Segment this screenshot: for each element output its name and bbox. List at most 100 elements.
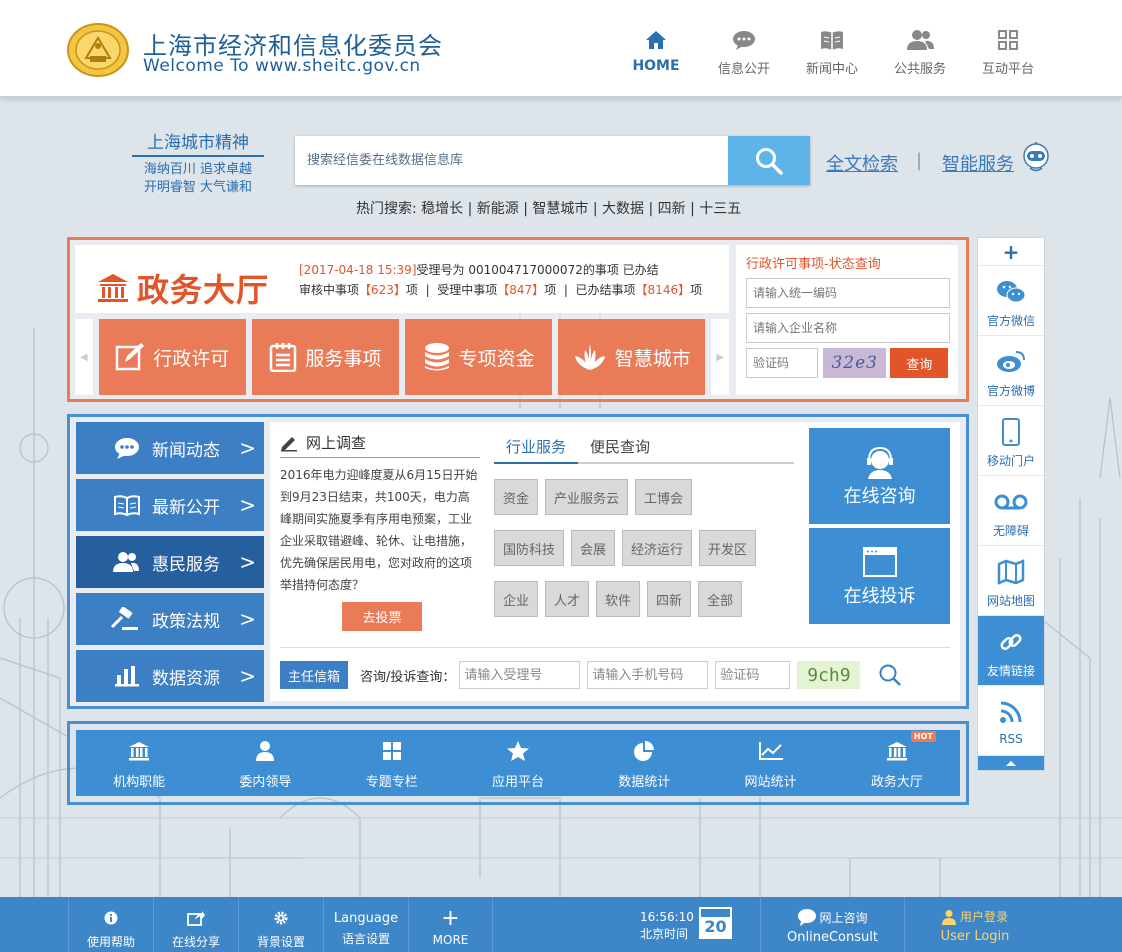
lnav-public-benefit[interactable]: 惠民服务 > [76,536,264,588]
footer-label: 背景设置 [256,935,305,949]
tag-item[interactable]: 软件 [596,581,641,617]
float-friendly-links[interactable]: 友情链接 [978,616,1044,686]
news-time: [2017-04-18 15:39] [299,263,417,277]
nav-news-center[interactable]: 新闻中心 [788,26,876,77]
director-mailbox-button[interactable]: 主任信箱 [280,661,349,689]
footer-bg-settings[interactable]: 背景设置 [238,897,323,952]
quick-link-gov-hall[interactable]: HOT 政务大厅 [847,730,947,790]
captcha-input[interactable] [715,661,791,689]
tag-item[interactable]: 经济运行 [622,530,693,566]
tab-industry-service[interactable]: 行业服务 [494,436,579,464]
tag-item[interactable]: 资金 [494,479,539,515]
next-arrow[interactable]: ▶ [711,319,729,395]
scroll-top-button[interactable] [978,756,1044,770]
hot-search-label: 热门搜索: [356,201,417,217]
hot-keyword[interactable]: 智慧城市 [532,201,588,217]
search-icon[interactable] [878,663,902,687]
footer-label-en: User Login [940,929,1010,944]
caret-up-icon [1006,760,1016,766]
lnav-latest-public[interactable]: 最新公开 > [76,479,264,531]
fulltext-search-link[interactable]: 全文检索 [826,150,898,176]
footer-language[interactable]: Language 语言设置 [323,897,408,952]
online-consult-button[interactable]: 在线咨询 [809,428,950,524]
quick-link-platform[interactable]: 应用平台 [468,737,568,790]
phone-number-input[interactable] [587,661,709,689]
quick-link-topics[interactable]: 专题专栏 [342,737,442,790]
nav-public-service[interactable]: 公共服务 [876,26,964,77]
hot-keyword[interactable]: 四新 [658,201,686,217]
quick-link-institution[interactable]: 机构职能 [89,737,189,790]
footer-more[interactable]: + MORE [408,897,493,952]
hall-logo[interactable]: 政务大厅 [97,265,269,311]
company-name-input[interactable] [746,313,950,343]
nav-interactive[interactable]: 互动平台 [964,26,1052,77]
tag-item[interactable]: 产业服务云 [545,479,629,515]
expand-button[interactable]: + [978,238,1044,266]
footer-label: 在线分享 [171,935,220,949]
lnav-policy[interactable]: 政策法规 > [76,593,264,645]
survey-title-row: 网上调查 [280,432,480,458]
stat-label: 受理中事项 [437,283,498,297]
search-button[interactable] [728,136,810,185]
hot-keyword[interactable]: 稳增长 [421,201,463,217]
unified-code-input[interactable] [746,278,950,308]
float-wechat[interactable]: 官方微信 [978,266,1044,336]
float-rss[interactable]: RSS [978,686,1044,756]
float-mobile[interactable]: 移动门户 [978,406,1044,476]
tile-service-items[interactable]: 服务事项 [251,319,399,395]
footer-help[interactable]: 使用帮助 [68,897,153,952]
tile-smart-city[interactable]: 智慧城市 [558,319,706,395]
divider: | [916,150,923,171]
gear-icon [239,909,323,927]
city-spirit-line: 海纳百川 追求卓越 [143,162,253,177]
hall-news-line[interactable]: [2017-04-18 15:39]受理号为 001004717000072的事… [299,260,702,280]
smart-service-link[interactable]: 智能服务 [942,150,1014,176]
hot-keyword[interactable]: 大数据 [602,201,644,217]
footer-toolbar: 使用帮助 在线分享 背景设置 Language 语言设置 + MORE 16:5… [0,897,1122,952]
tag-item[interactable]: 企业 [494,581,539,617]
browser-window-icon [809,546,950,582]
tag-item[interactable]: 会展 [571,530,616,566]
tag-item[interactable]: 全部 [698,581,743,617]
float-accessibility[interactable]: 无障碍 [978,476,1044,546]
footer-user-login[interactable]: 用户登录 User Login [905,897,1045,952]
robot-icon[interactable] [1022,141,1050,173]
lnav-data-resources[interactable]: 数据资源 > [76,650,264,702]
float-weibo[interactable]: 官方微博 [978,336,1044,406]
prev-arrow[interactable]: ◀ [75,319,93,395]
query-button[interactable]: 查询 [890,348,948,378]
search-input[interactable] [295,136,728,185]
vote-button[interactable]: 去投票 [342,602,422,631]
tile-admin-permit[interactable]: 行政许可 [98,319,246,395]
footer-online-consult[interactable]: 网上咨询 OnlineConsult [760,897,905,952]
stat-label: 已办结事项 [575,283,636,297]
accept-number-input[interactable] [459,661,581,689]
hot-keyword[interactable]: 新能源 [477,201,519,217]
info-icon [69,909,153,927]
city-spirit-line: 开明睿智 大气谦和 [143,180,253,195]
tile-special-funds[interactable]: 专项资金 [405,319,553,395]
quick-link-site-stats[interactable]: 网站统计 [721,737,821,790]
tag-item[interactable]: 四新 [647,581,692,617]
hot-keyword[interactable]: 十三五 [699,201,741,217]
footer-share[interactable]: 在线分享 [153,897,238,952]
float-label: 官方微信 [986,314,1035,328]
nav-home[interactable]: HOME [612,26,700,77]
captcha-input[interactable] [746,348,818,378]
tab-public-query[interactable]: 便民查询 [578,436,662,462]
captcha-image[interactable]: 32e3 [823,348,887,378]
tag-item[interactable]: 开发区 [699,530,757,566]
captcha-image[interactable]: 9ch9 [797,661,861,689]
notepad-icon [270,343,297,372]
quick-link-leaders[interactable]: 委内领导 [215,737,315,790]
tag-item[interactable]: 国防科技 [494,530,565,566]
tag-item[interactable]: 人才 [545,581,590,617]
pie-chart-icon [594,737,694,765]
lnav-news[interactable]: 新闻动态 > [76,422,264,474]
login-row: 用户登录 [905,908,1045,925]
online-complaint-button[interactable]: 在线投诉 [809,528,950,624]
tag-item[interactable]: 工博会 [635,479,693,515]
nav-info-public[interactable]: 信息公开 [700,26,788,77]
quick-link-data-stats[interactable]: 数据统计 [594,737,694,790]
float-sitemap[interactable]: 网站地图 [978,546,1044,616]
